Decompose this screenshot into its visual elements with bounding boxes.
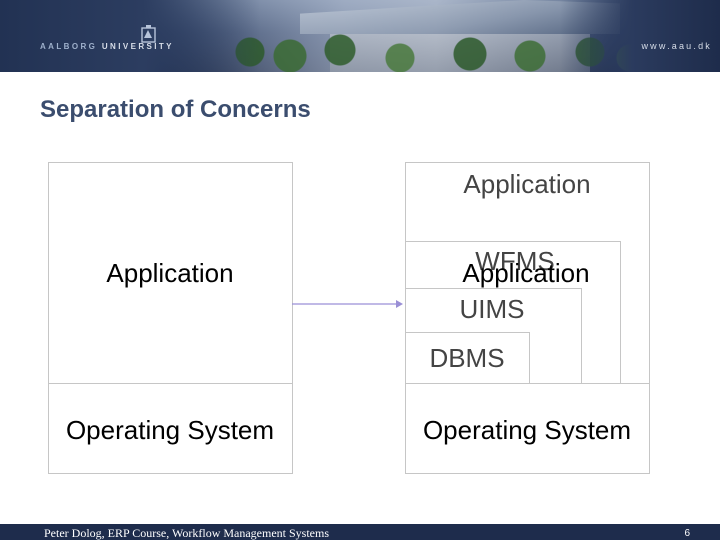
uims-label: UIMS — [459, 294, 525, 324]
aau-seal-icon — [141, 25, 156, 43]
slide-title: Separation of Concerns — [40, 96, 311, 123]
footer-text: Peter Dolog, ERP Course, Workflow Manage… — [44, 526, 330, 540]
left-os-label: Operating System — [65, 415, 275, 445]
right-arrow-icon — [292, 300, 403, 308]
university-suffix: UNIVERSITY — [97, 42, 174, 51]
dbms-label: DBMS — [429, 343, 505, 373]
university-prefix: AALBORG — [40, 42, 98, 51]
banner-fade-right — [560, 0, 720, 72]
page-number: 6 — [684, 528, 690, 539]
header-banner: AALBORG UNIVERSITY www.aau.dk — [0, 0, 720, 72]
website-url[interactable]: www.aau.dk — [641, 41, 712, 51]
right-os-label: Operating System — [422, 415, 632, 445]
wfms-application-label: Application — [462, 258, 590, 288]
left-application-label: Application — [106, 258, 234, 288]
banner-fade-left — [0, 0, 260, 72]
right-application-label: Application — [463, 169, 591, 199]
university-name: AALBORG UNIVERSITY — [40, 42, 174, 51]
